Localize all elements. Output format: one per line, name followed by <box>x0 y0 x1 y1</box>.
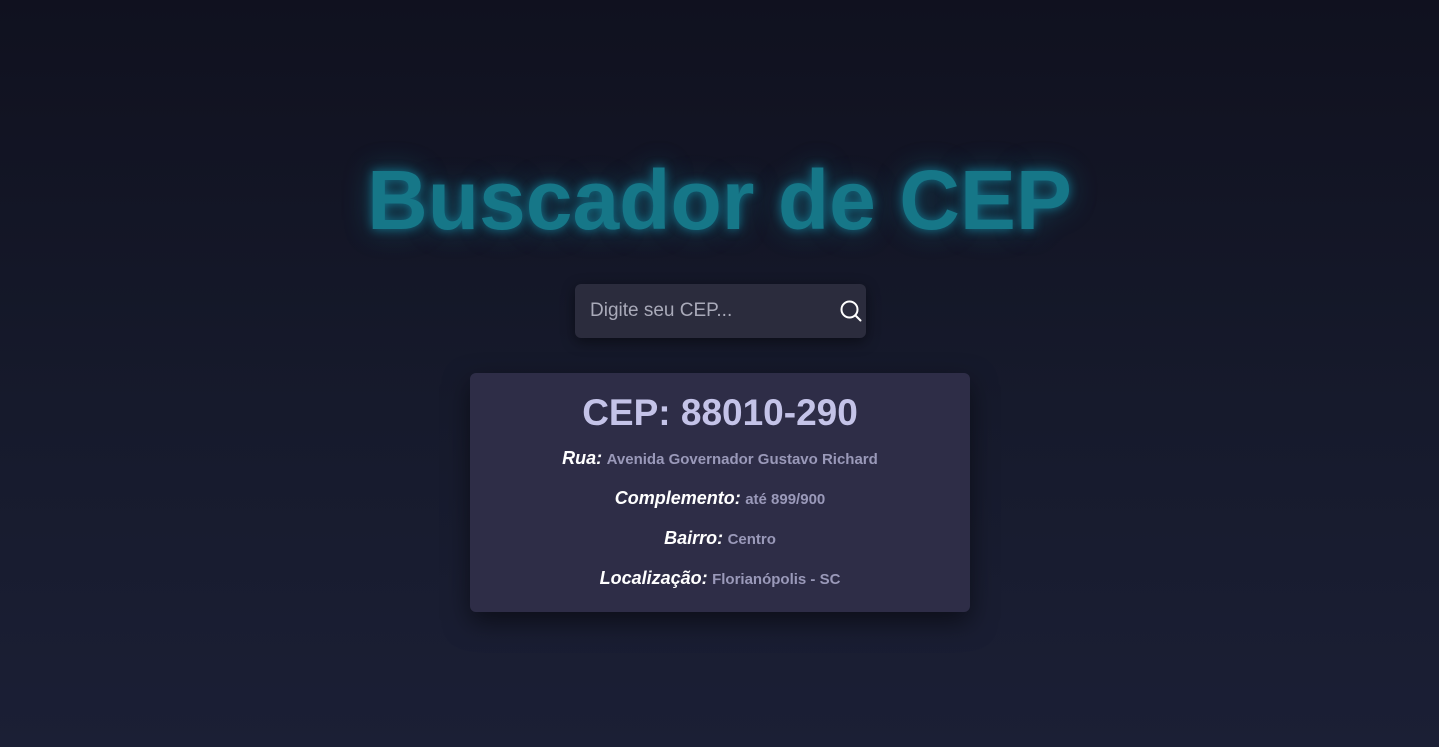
complement-value: até 899/900 <box>745 491 826 508</box>
location-label: Localização: <box>599 568 708 588</box>
search-button[interactable] <box>835 284 866 338</box>
street-value: Avenida Governador Gustavo Richard <box>606 451 878 468</box>
location-row: Localização: Florianópolis - SC <box>470 558 970 598</box>
page-title: Buscador de CEP <box>367 153 1072 247</box>
street-label: Rua: <box>562 448 603 468</box>
cep-input[interactable] <box>575 284 835 338</box>
neighborhood-label: Bairro: <box>664 528 724 548</box>
result-card: CEP: 88010-290 Rua: Avenida Governador G… <box>470 373 970 612</box>
neighborhood-value: Centro <box>727 531 776 548</box>
cep-heading: CEP: 88010-290 <box>582 392 858 433</box>
complement-label: Complemento: <box>614 488 741 508</box>
search-icon <box>840 300 861 322</box>
street-row: Rua: Avenida Governador Gustavo Richard <box>470 438 970 478</box>
location-value: Florianópolis - SC <box>712 571 841 588</box>
cep-search-bar <box>575 284 866 338</box>
neighborhood-row: Bairro: Centro <box>470 518 970 558</box>
complement-row: Complemento: até 899/900 <box>470 478 970 518</box>
